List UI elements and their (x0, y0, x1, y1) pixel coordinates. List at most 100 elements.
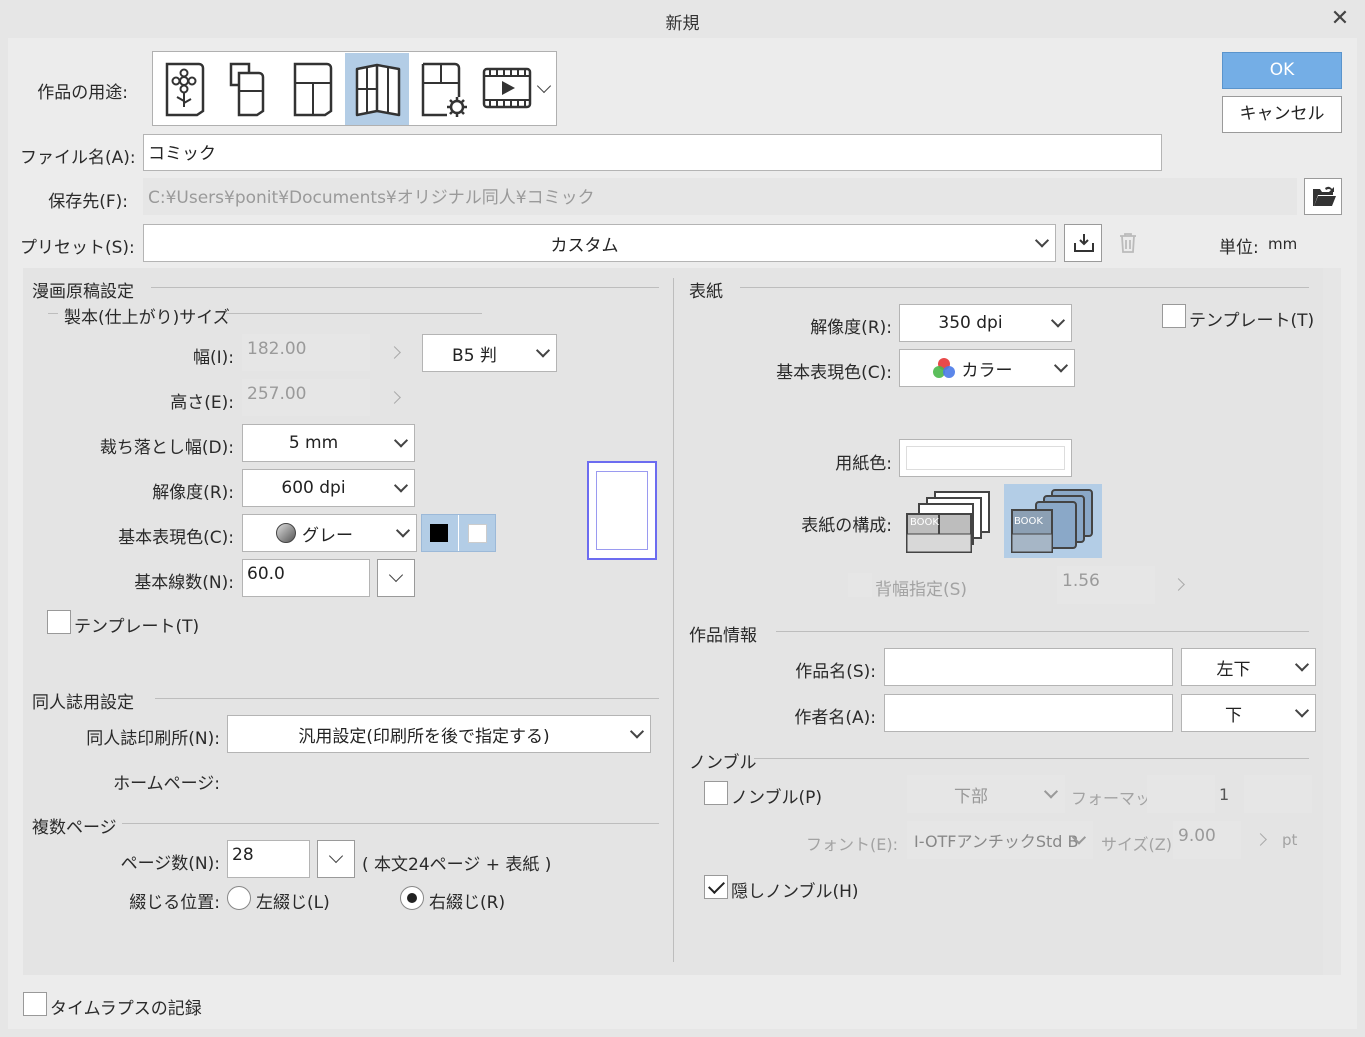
chevron-down-icon (535, 343, 551, 358)
work-title-position-select[interactable]: 左下 (1181, 648, 1316, 686)
illustration-icon (165, 62, 205, 117)
size-label: サイズ(Z): (1101, 835, 1178, 854)
chevron-down-icon (1294, 657, 1310, 672)
chevron-down-icon (393, 433, 409, 448)
left-binding-radio[interactable] (227, 886, 251, 910)
close-icon[interactable]: ✕ (1327, 6, 1353, 32)
color-mode-select[interactable]: グレー (242, 514, 417, 552)
size-preset-value: B5 判 (452, 345, 497, 366)
bleed-value: 5 mm (288, 433, 339, 453)
lines-label: 基本線数(N): (134, 573, 234, 593)
spine-input: 1.56 (1057, 566, 1155, 604)
lines-input[interactable]: 60.0 (242, 559, 370, 597)
cover-color-select[interactable]: カラー (899, 349, 1075, 387)
cover-template-checkbox[interactable] (1162, 304, 1186, 328)
usage-illustration-button[interactable] (153, 53, 217, 125)
nombre-checkbox[interactable] (704, 781, 728, 805)
chevron-down-icon (328, 848, 344, 864)
cover-structure-option-1[interactable]: BOOK (903, 486, 995, 558)
nombre-position-select[interactable]: 下部 (907, 775, 1065, 813)
manga-template-checkbox[interactable] (47, 610, 71, 634)
saveto-label: 保存先(F): (48, 192, 128, 212)
preset-select[interactable]: カスタム (143, 224, 1056, 262)
chevron-down-icon (388, 567, 404, 583)
swatch-divider (458, 515, 459, 551)
browse-folder-button[interactable] (1304, 178, 1342, 215)
format-value: 1 (1219, 785, 1230, 804)
delete-preset-trash-icon[interactable] (1114, 226, 1142, 260)
draw-color-toggle[interactable] (421, 514, 496, 552)
size-preset-select[interactable]: B5 判 (422, 334, 557, 372)
saveto-path-field: C:¥Users¥ponit¥Documents¥オリジナル同人¥コミック (143, 178, 1297, 215)
preset-value: カスタム (550, 235, 619, 256)
color-rgb-icon (932, 358, 955, 378)
title-bar: 新規 ✕ (0, 0, 1365, 38)
chevron-down-icon (1294, 703, 1310, 718)
size-rule-right (226, 313, 482, 314)
preset-label: プリセット(S): (20, 238, 135, 258)
binding-label: 綴じる位置: (129, 893, 220, 913)
size-input: 9.00 (1173, 821, 1241, 859)
manga-section-rule (151, 287, 659, 288)
paper-color-label: 用紙色: (835, 454, 892, 474)
comic-icon (293, 62, 333, 117)
usage-comic-button[interactable] (281, 53, 345, 125)
hidden-nombre-checkbox[interactable] (704, 875, 728, 899)
chevron-down-icon (393, 478, 409, 493)
color-mode-value: グレー (302, 525, 353, 546)
manga-template-label: テンプレート(T) (74, 617, 200, 637)
page-count-dropdown-button[interactable] (317, 840, 355, 878)
printer-select[interactable]: 汎用設定(印刷所を後で指定する) (227, 715, 651, 753)
chevron-down-icon (1050, 313, 1066, 328)
size-section-title: 製本(仕上がり)サイズ (64, 308, 230, 328)
usage-more-chevron-icon[interactable] (536, 78, 552, 94)
cancel-button[interactable]: キャンセル (1222, 96, 1342, 133)
spine-checkbox[interactable] (848, 573, 872, 597)
black-swatch-icon[interactable] (430, 524, 448, 542)
pages-section-title: 複数ページ (32, 818, 117, 838)
font-select[interactable]: I-OTFアンチックStd B (907, 821, 1093, 859)
lines-dropdown-button[interactable] (377, 559, 415, 597)
panel-scrollbar[interactable] (1323, 268, 1341, 975)
cover-resolution-label: 解像度(R): (810, 318, 892, 338)
webtoon-icon (229, 62, 265, 117)
cover-structure-option-2[interactable]: BOOK (1004, 484, 1102, 558)
usage-custom-settings-button[interactable] (409, 53, 473, 125)
panel-divider (673, 278, 674, 962)
font-label: フォント(E): (806, 835, 898, 854)
usage-webtoon-button[interactable] (217, 53, 281, 125)
usage-comic-book-button[interactable] (345, 53, 409, 125)
size-rule-left (48, 313, 58, 314)
save-preset-button[interactable] (1064, 224, 1102, 262)
ok-button[interactable]: OK (1222, 52, 1342, 89)
cover-template-label: テンプレート(T) (1189, 311, 1315, 331)
filename-input[interactable]: コミック (143, 134, 1162, 171)
pages-section-rule (122, 823, 659, 824)
usage-label: 作品の用途: (37, 83, 128, 103)
author-position-value: 下 (1225, 705, 1242, 726)
cover-section-rule (740, 287, 1309, 288)
resolution-select[interactable]: 600 dpi (242, 469, 415, 507)
work-title-position-value: 左下 (1216, 659, 1251, 680)
cover-resolution-select[interactable]: 350 dpi (899, 304, 1072, 342)
spine-label: 背幅指定(S) (875, 580, 968, 600)
right-binding-radio[interactable] (400, 886, 424, 910)
author-label: 作者名(A): (794, 708, 876, 728)
bleed-select[interactable]: 5 mm (242, 424, 415, 462)
author-position-select[interactable]: 下 (1181, 694, 1316, 732)
width-input: 182.00 (242, 334, 370, 371)
paper-color-button[interactable] (899, 439, 1072, 477)
work-title-input[interactable] (884, 648, 1173, 686)
timelapse-checkbox[interactable] (23, 992, 47, 1016)
author-input[interactable] (884, 694, 1173, 732)
width-label: 幅(I): (192, 348, 234, 368)
white-swatch-icon[interactable] (468, 524, 487, 543)
info-section-title: 作品情報 (689, 626, 757, 646)
book-label-2: BOOK (1014, 516, 1043, 527)
usage-animation-button[interactable] (473, 53, 537, 125)
chevron-down-icon (395, 523, 411, 538)
resolution-label: 解像度(R): (152, 483, 234, 503)
right-binding-label: 右綴じ(R) (429, 893, 506, 913)
page-count-input[interactable]: 28 (227, 840, 310, 878)
save-preset-icon (1074, 234, 1094, 252)
